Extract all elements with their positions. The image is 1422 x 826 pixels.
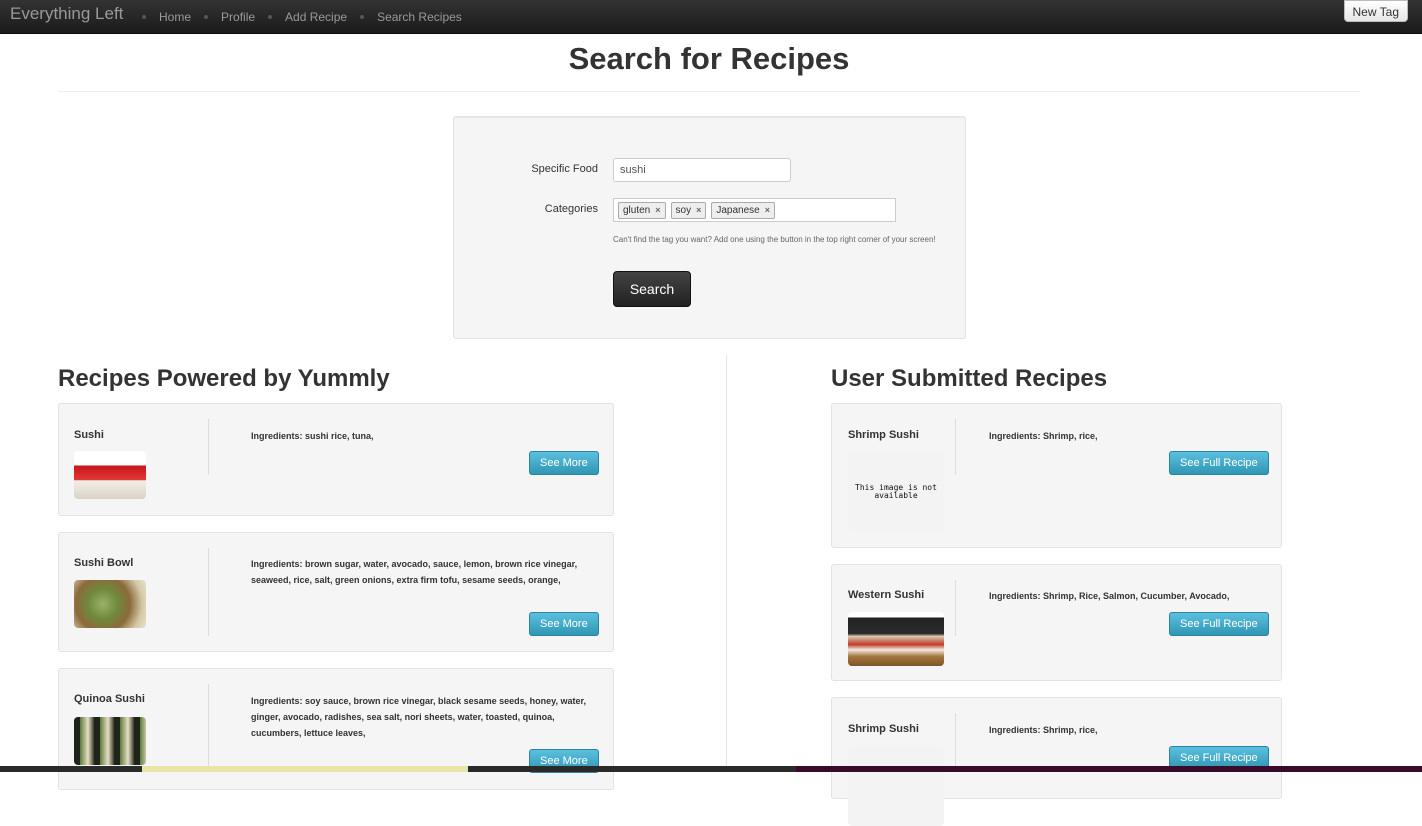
card-divider — [208, 419, 209, 475]
yummly-section-title: Recipes Powered by Yummly — [58, 365, 390, 392]
nav-separator — [142, 14, 146, 19]
card-divider — [208, 548, 209, 636]
tag-chip: gluten × — [618, 201, 666, 219]
nav-link-profile[interactable]: Profile — [217, 10, 259, 24]
specific-food-label: Specific Food — [531, 163, 598, 175]
see-full-recipe-button[interactable]: See Full Recipe — [1169, 612, 1269, 636]
categories-label: Categories — [544, 203, 598, 215]
recipe-name: Sushi Bowl — [74, 557, 134, 569]
page-title: Search for Recipes — [568, 41, 850, 76]
tag-chip: soy × — [670, 201, 707, 219]
terminal-status — [796, 766, 1422, 772]
recipe-card: Sushi Bowl Ingredients: brown sugar, wat… — [58, 532, 614, 652]
brand-logo[interactable]: Everything Left — [10, 4, 123, 24]
nav-link-search-recipes[interactable]: Search Recipes — [373, 10, 466, 24]
nav-menu: Home Profile Add Recipe Search Recipes — [133, 0, 466, 33]
recipe-name: Quinoa Sushi — [74, 693, 145, 705]
tag-label: gluten — [623, 204, 651, 216]
categories-help-text: Can't find the tag you want? Add one usi… — [613, 235, 936, 244]
tag-chip: Japanese × — [711, 201, 775, 219]
card-divider — [208, 684, 209, 772]
tag-label: soy — [675, 204, 692, 216]
search-button[interactable]: Search — [613, 271, 691, 307]
see-full-recipe-button[interactable]: See Full Recipe — [1169, 451, 1269, 475]
see-more-button[interactable]: See More — [529, 612, 599, 636]
tag-label: Japanese — [716, 204, 760, 216]
recipe-ingredients: Ingredients: Shrimp, rice, — [989, 725, 1098, 735]
search-form: Specific Food Categories gluten × soy × … — [453, 116, 966, 339]
recipe-card: Shrimp Sushi This image is not available… — [831, 403, 1282, 548]
user-section-title: User Submitted Recipes — [831, 365, 1108, 392]
recipe-card: Sushi Ingredients: sushi rice, tuna, See… — [58, 403, 614, 516]
top-navbar: Everything Left Home Profile Add Recipe … — [0, 0, 1422, 34]
recipe-card: Shrimp Sushi Ingredients: Shrimp, rice, … — [831, 697, 1282, 826]
nav-separator — [204, 14, 209, 19]
recipe-ingredients: Ingredients: soy sauce, brown rice vineg… — [251, 696, 586, 738]
column-divider — [726, 355, 727, 772]
categories-tag-input[interactable]: gluten × soy × Japanese × — [613, 198, 896, 222]
recipe-thumbnail[interactable] — [74, 580, 146, 628]
card-divider — [955, 419, 956, 475]
tag-remove-icon[interactable]: × — [696, 205, 701, 215]
card-divider — [955, 713, 956, 769]
tag-remove-icon[interactable]: × — [655, 205, 660, 215]
recipe-card: Western Sushi Ingredients: Shrimp, Rice,… — [831, 564, 1282, 681]
specific-food-input[interactable] — [613, 158, 791, 182]
recipe-name: Western Sushi — [848, 589, 925, 601]
nav-separator — [268, 14, 273, 19]
new-tag-button[interactable]: New Tag — [1343, 0, 1408, 22]
recipe-thumbnail[interactable] — [74, 451, 146, 499]
recipe-thumbnail[interactable] — [848, 746, 944, 826]
see-more-button[interactable]: See More — [529, 451, 599, 475]
card-divider — [955, 580, 956, 636]
nav-link-add-recipe[interactable]: Add Recipe — [281, 10, 351, 24]
recipe-thumbnail[interactable]: This image is not available — [848, 451, 944, 531]
recipe-ingredients: Ingredients: sushi rice, tuna, — [251, 431, 374, 441]
nav-separator — [360, 14, 365, 19]
recipe-ingredients: Ingredients: Shrimp, Rice, Salmon, Cucum… — [989, 591, 1230, 601]
image-unavailable-text: This image is not available — [855, 483, 937, 500]
title-divider — [58, 91, 1360, 92]
recipe-ingredients: Ingredients: Shrimp, rice, — [989, 431, 1098, 441]
file-manager-status — [142, 766, 468, 772]
recipe-ingredients: Ingredients: brown sugar, water, avocado… — [251, 559, 578, 585]
recipe-name: Shrimp Sushi — [848, 429, 919, 441]
recipe-thumbnail[interactable] — [74, 717, 146, 765]
tag-remove-icon[interactable]: × — [765, 205, 770, 215]
recipe-thumbnail[interactable] — [848, 612, 944, 666]
recipe-name: Shrimp Sushi — [848, 723, 919, 735]
nav-link-home[interactable]: Home — [155, 10, 195, 24]
recipe-name: Sushi — [74, 429, 104, 441]
